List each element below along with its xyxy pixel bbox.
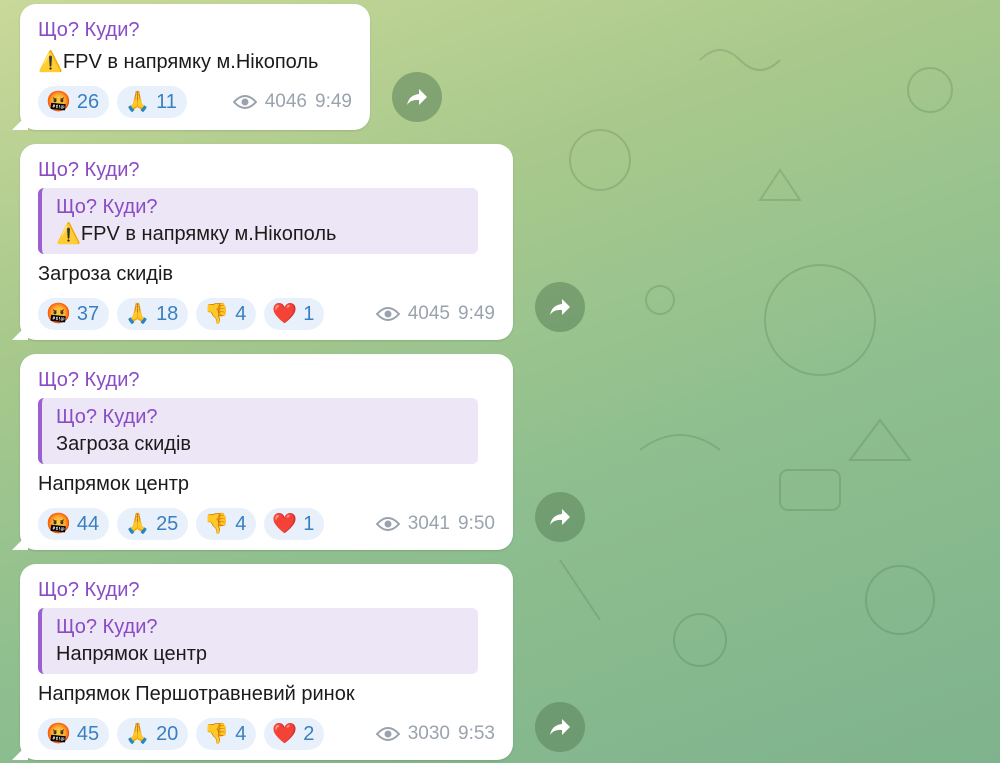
message-text: Напрямок Першотравневий ринок (38, 683, 355, 705)
message-time: 9:53 (458, 723, 495, 744)
forward-button-3[interactable] (535, 492, 585, 542)
red-heart-icon: ❤️ (272, 723, 298, 745)
forward-button-2[interactable] (535, 282, 585, 332)
reaction-count: 1 (303, 302, 315, 325)
quote-sender: Що? Куди? (56, 196, 158, 218)
quote-text: Загроза скидів (56, 433, 192, 455)
message-text: ⚠️FPV в напрямку м.Нікополь (38, 51, 319, 73)
forward-arrow-icon (407, 89, 427, 105)
quote-sender: Що? Куди? (56, 616, 158, 638)
message-footer: 🤬 44 🙏 25 👎 4 ❤️ 1 3041 9:50 (38, 508, 495, 540)
message-sender[interactable]: Що? Куди? (38, 578, 495, 602)
reaction-pray[interactable]: 🙏 18 (117, 298, 189, 330)
message-bubble-4: Що? Куди? Що? Куди? Напрямок центр Напря… (20, 564, 513, 760)
folded-hands-icon: 🙏 (125, 723, 151, 745)
reaction-angry[interactable]: 🤬 37 (38, 298, 110, 330)
thumbs-down-icon: 👎 (204, 303, 230, 325)
reaction-count: 18 (156, 302, 179, 325)
message-meta: 3041 9:50 (375, 513, 495, 535)
reaction-angry[interactable]: 🤬 45 (38, 718, 110, 750)
message-meta: 3030 9:53 (375, 723, 495, 745)
view-count: 3030 (407, 723, 451, 744)
reaction-count: 11 (156, 90, 177, 113)
reply-quote[interactable]: Що? Куди? Загроза скидів (38, 398, 478, 464)
reaction-angry[interactable]: 🤬 44 (38, 508, 110, 540)
reaction-thumbs-down[interactable]: 👎 4 (196, 298, 257, 330)
message-footer: 🤬 37 🙏 18 👎 4 ❤️ 1 4045 9:49 (38, 298, 495, 330)
message-meta: 4045 9:49 (375, 303, 495, 325)
reaction-count: 26 (76, 90, 100, 113)
message-sender[interactable]: Що? Куди? (38, 158, 495, 182)
forward-arrow-icon (550, 509, 570, 525)
red-heart-icon: ❤️ (272, 513, 298, 535)
reaction-count: 45 (76, 722, 100, 745)
quote-text: ⚠️FPV в напрямку м.Нікополь (56, 223, 337, 245)
reaction-thumbs-down[interactable]: 👎 4 (196, 508, 257, 540)
red-heart-icon: ❤️ (272, 303, 298, 325)
message-text: Загроза скидів (38, 263, 174, 285)
message-sender[interactable]: Що? Куди? (38, 18, 352, 42)
reaction-thumbs-down[interactable]: 👎 4 (196, 718, 257, 750)
reactions: 🤬 37 🙏 18 👎 4 ❤️ 1 (38, 298, 325, 330)
forward-button-1[interactable] (392, 72, 442, 122)
reactions: 🤬 44 🙏 25 👎 4 ❤️ 1 (38, 508, 325, 540)
quote-text: Напрямок центр (56, 643, 207, 665)
eye-icon (375, 517, 400, 531)
message-text: Напрямок центр (38, 473, 189, 495)
reactions: 🤬 26 🙏 11 (38, 86, 187, 118)
message-footer: 🤬 26 🙏 11 4046 9:49 (38, 86, 352, 118)
forward-arrow-icon (550, 299, 570, 315)
message-bubble-1: Що? Куди? ⚠️FPV в напрямку м.Нікополь 🤬 … (20, 4, 370, 130)
eye-icon (375, 307, 400, 321)
reaction-pray[interactable]: 🙏 11 (117, 86, 187, 118)
reply-quote[interactable]: Що? Куди? ⚠️FPV в напрямку м.Нікополь (38, 188, 478, 254)
forward-button-4[interactable] (535, 702, 585, 752)
folded-hands-icon: 🙏 (125, 91, 151, 113)
reaction-count: 4 (235, 722, 247, 745)
reaction-count: 2 (303, 722, 315, 745)
reaction-count: 20 (156, 722, 179, 745)
message-time: 9:50 (458, 513, 495, 534)
angry-face-icon: 🤬 (46, 303, 71, 325)
message-sender[interactable]: Що? Куди? (38, 368, 495, 392)
reaction-heart[interactable]: ❤️ 1 (264, 508, 325, 540)
view-count: 4045 (407, 303, 451, 324)
message-bubble-3: Що? Куди? Що? Куди? Загроза скидів Напря… (20, 354, 513, 550)
angry-face-icon: 🤬 (46, 513, 71, 535)
reaction-count: 4 (235, 302, 247, 325)
reaction-count: 25 (156, 512, 179, 535)
folded-hands-icon: 🙏 (125, 513, 151, 535)
thumbs-down-icon: 👎 (204, 723, 230, 745)
reaction-count: 1 (303, 512, 315, 535)
view-count: 4046 (264, 91, 308, 112)
message-time: 9:49 (315, 91, 352, 112)
angry-face-icon: 🤬 (46, 723, 71, 745)
reaction-heart[interactable]: ❤️ 1 (264, 298, 325, 330)
eye-icon (375, 727, 400, 741)
reaction-heart[interactable]: ❤️ 2 (264, 718, 325, 750)
angry-face-icon: 🤬 (46, 91, 71, 113)
message-footer: 🤬 45 🙏 20 👎 4 ❤️ 2 3030 9:53 (38, 718, 495, 750)
quote-sender: Що? Куди? (56, 406, 158, 428)
folded-hands-icon: 🙏 (125, 303, 151, 325)
message-meta: 4046 9:49 (232, 91, 352, 113)
view-count: 3041 (407, 513, 451, 534)
eye-icon (232, 95, 257, 109)
reaction-pray[interactable]: 🙏 25 (117, 508, 189, 540)
reply-quote[interactable]: Що? Куди? Напрямок центр (38, 608, 478, 674)
reaction-count: 37 (76, 302, 100, 325)
reaction-angry[interactable]: 🤬 26 (38, 86, 110, 118)
reaction-pray[interactable]: 🙏 20 (117, 718, 189, 750)
reaction-count: 4 (235, 512, 247, 535)
message-time: 9:49 (458, 303, 495, 324)
thumbs-down-icon: 👎 (204, 513, 230, 535)
reactions: 🤬 45 🙏 20 👎 4 ❤️ 2 (38, 718, 325, 750)
reaction-count: 44 (76, 512, 100, 535)
forward-arrow-icon (550, 719, 570, 735)
message-bubble-2: Що? Куди? Що? Куди? ⚠️FPV в напрямку м.Н… (20, 144, 513, 340)
